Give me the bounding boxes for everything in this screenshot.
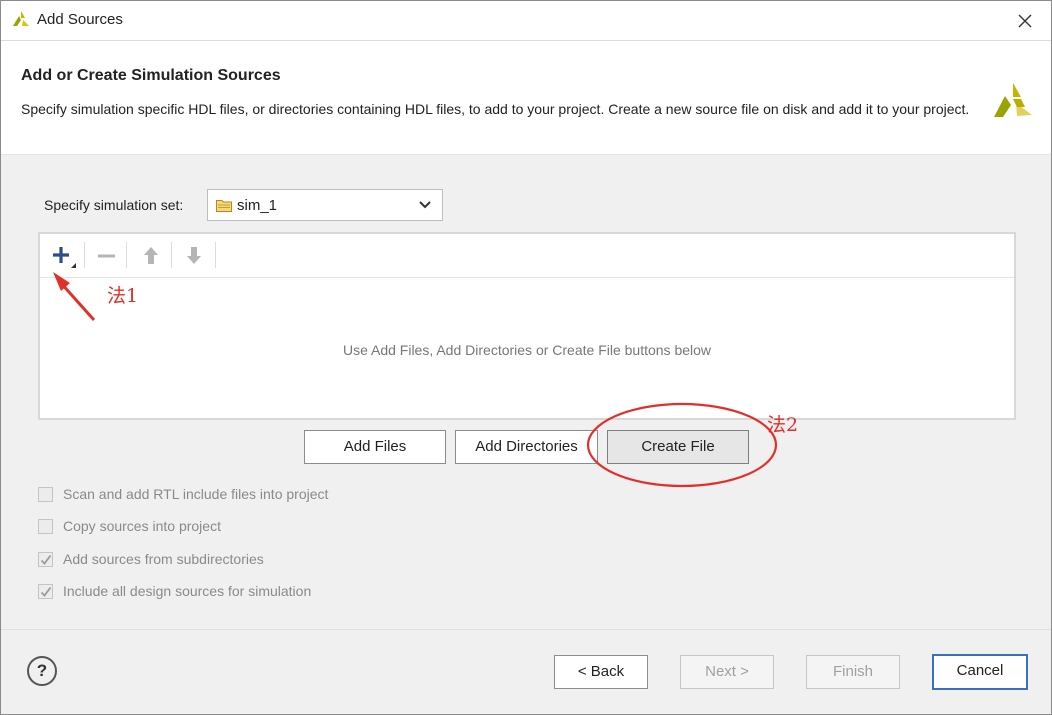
scan-rtl-label: Scan and add RTL include files into proj… [63, 486, 329, 502]
page-title: Add or Create Simulation Sources [21, 67, 281, 84]
add-sources-dialog: Add Sources Add or Create Simulation Sou… [0, 0, 1052, 715]
toolbar-divider [171, 242, 172, 268]
help-button[interactable]: ? [27, 656, 57, 686]
toolbar-divider [84, 242, 85, 268]
back-button[interactable]: < Back [554, 655, 648, 689]
title-bar: Add Sources [1, 1, 1051, 41]
footer-separator [1, 629, 1051, 630]
scan-rtl-checkbox[interactable] [38, 487, 53, 502]
checkmark-icon [40, 586, 52, 597]
xilinx-logo-icon [994, 83, 1032, 117]
header-separator [1, 154, 1051, 155]
sources-list-panel: Use Add Files, Add Directories or Create… [38, 232, 1016, 420]
include-design-sources-checkbox[interactable] [38, 584, 53, 599]
sources-toolbar [40, 234, 1014, 278]
empty-list-message: Use Add Files, Add Directories or Create… [342, 342, 712, 358]
move-up-icon [144, 247, 158, 264]
simulation-set-label: Specify simulation set: [44, 197, 184, 213]
simulation-set-dropdown[interactable]: sim_1 [207, 189, 443, 221]
move-down-button[interactable] [180, 242, 208, 270]
add-subdirectories-label: Add sources from subdirectories [63, 551, 264, 567]
copy-sources-label: Copy sources into project [63, 518, 221, 534]
add-files-button[interactable]: Add Files [304, 430, 446, 464]
toolbar-divider [126, 242, 127, 268]
add-directories-button[interactable]: Add Directories [455, 430, 598, 464]
annotation-method1-label: 法1 [107, 285, 139, 307]
window-title: Add Sources [37, 11, 123, 28]
checkmark-icon [40, 554, 52, 565]
move-down-icon [187, 247, 201, 264]
include-design-sources-label: Include all design sources for simulatio… [63, 583, 312, 599]
create-file-button[interactable]: Create File [607, 430, 749, 464]
annotation-method2-label: 法2 [767, 414, 799, 436]
close-button[interactable] [1013, 9, 1037, 33]
page-header: Add or Create Simulation Sources Specify… [1, 41, 1051, 154]
copy-sources-checkbox[interactable] [38, 519, 53, 534]
next-button[interactable]: Next > [680, 655, 774, 689]
add-sources-button[interactable] [49, 242, 77, 270]
folder-icon [216, 200, 232, 212]
add-subdirectories-checkbox[interactable] [38, 552, 53, 567]
cancel-button[interactable]: Cancel [932, 654, 1028, 690]
page-description: Specify simulation specific HDL files, o… [21, 101, 970, 117]
chevron-down-icon [419, 201, 431, 209]
remove-source-button[interactable] [93, 242, 121, 270]
move-up-button[interactable] [137, 242, 165, 270]
add-icon [53, 247, 76, 268]
vivado-logo-icon [13, 11, 29, 26]
remove-icon [98, 254, 115, 258]
finish-button[interactable]: Finish [806, 655, 900, 689]
close-icon [1018, 14, 1032, 28]
toolbar-divider [215, 242, 216, 268]
simulation-set-value: sim_1 [237, 197, 278, 214]
